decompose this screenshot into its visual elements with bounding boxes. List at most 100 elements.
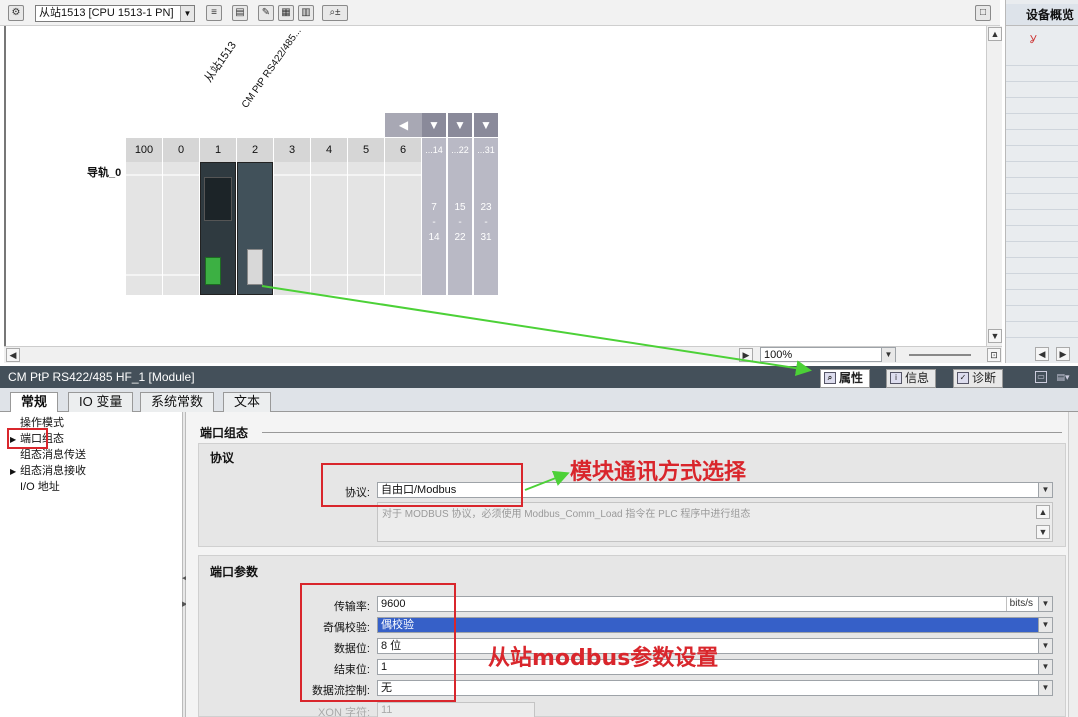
tab-info[interactable]: i 信息	[886, 369, 937, 388]
device-list-icon[interactable]: ≡	[206, 5, 222, 21]
diagnostics-icon: ✓	[957, 372, 969, 384]
panel-layout-icon[interactable]: ▭	[1035, 371, 1047, 383]
slot-range-start: 23	[480, 202, 492, 213]
subtab-io-tags[interactable]: IO 变量	[68, 392, 134, 412]
chevron-down-icon[interactable]: ▼	[180, 6, 194, 21]
group-title-protocol: 协议	[210, 451, 235, 465]
zoom-icon[interactable]: ⌕±	[322, 5, 348, 21]
overview-row	[1006, 66, 1078, 82]
slot-header: 1	[200, 138, 237, 162]
cm-ptp-module[interactable]	[237, 162, 273, 295]
overview-row	[1006, 306, 1078, 322]
overview-row	[1006, 130, 1078, 146]
section-title-port-config: 端口组态	[200, 426, 249, 440]
overview-row	[1006, 210, 1078, 226]
collapse-left-icon[interactable]: ◀	[385, 113, 422, 137]
chevron-down-icon[interactable]: ▼	[881, 348, 895, 362]
rack-slot[interactable]	[126, 162, 163, 295]
xon-value: 11	[381, 704, 393, 716]
xon-label: XON 字符:	[318, 707, 370, 717]
grid-icon[interactable]: ▦	[278, 5, 294, 21]
filter-icon[interactable]: Ỿ	[1030, 32, 1037, 47]
zoom-select[interactable]: 100% ▼	[760, 347, 896, 362]
rail-label: 导轨_0	[87, 167, 122, 179]
content-scrollbar[interactable]	[1068, 412, 1078, 717]
group-title-port-params: 端口参数	[210, 565, 259, 579]
ethernet-port-icon	[205, 257, 221, 285]
horizontal-scrollbar[interactable]: ◀ ▶ 100% ▼ ⊡	[4, 346, 1002, 363]
subtab-system-constants[interactable]: 系统常数	[140, 392, 215, 412]
expand-icon[interactable]: ▼	[474, 113, 498, 137]
overview-row	[1006, 98, 1078, 114]
scroll-right-icon[interactable]: ▶	[1056, 347, 1070, 361]
device-selector-value: 从站1513 [CPU 1513-1 PN]	[39, 7, 174, 19]
slot-range-end: 22	[454, 232, 466, 243]
page-icon[interactable]: ▥	[298, 5, 314, 21]
expansion-slot-group[interactable]: 23 - 31	[474, 162, 498, 295]
vertical-scrollbar[interactable]: ▲ ▼	[986, 26, 1002, 346]
chevron-down-icon[interactable]: ▼	[1038, 618, 1052, 632]
flow-control-select[interactable]: 无 ▼	[377, 680, 1053, 696]
rack-slot[interactable]	[311, 162, 348, 295]
params-highlight-box	[300, 583, 456, 702]
nav-transmit-config[interactable]: 组态消息传送	[10, 447, 86, 463]
rack-slot[interactable]	[348, 162, 385, 295]
chevron-down-icon[interactable]: ▼	[1038, 681, 1052, 695]
restore-icon[interactable]: □	[975, 5, 991, 21]
scroll-down-icon[interactable]: ▼	[1036, 525, 1050, 539]
expand-icon[interactable]: ▼	[422, 113, 446, 137]
chevron-down-icon[interactable]: ▼	[1038, 660, 1052, 674]
cpu-module[interactable]	[200, 162, 236, 295]
overview-row	[1006, 146, 1078, 162]
scroll-left-icon[interactable]: ◀	[6, 348, 20, 362]
scroll-up-icon[interactable]: ▲	[1036, 505, 1050, 519]
rack-slot[interactable]	[274, 162, 311, 295]
expansion-header: ...14	[422, 138, 446, 162]
baud-rate-unit: bits/s	[1005, 597, 1036, 611]
overview-row	[1006, 322, 1078, 338]
slot-header: 0	[163, 138, 200, 162]
overview-nav-icon[interactable]: ⊡	[987, 348, 1001, 362]
expand-icon[interactable]: ▼	[448, 113, 472, 137]
tab-properties[interactable]: ⌕ 属性	[820, 369, 871, 388]
tab-info-label: 信息	[905, 371, 930, 385]
device-selector[interactable]: 从站1513 [CPU 1513-1 PN] ▼	[35, 5, 195, 22]
expansion-slot-group[interactable]: 7 - 14	[422, 162, 446, 295]
edit-icon[interactable]: ✎	[258, 5, 274, 21]
overview-row	[1006, 290, 1078, 306]
chevron-down-icon[interactable]: ▼	[1038, 483, 1052, 497]
subtab-general[interactable]: 常规	[10, 392, 59, 413]
slot-range-dash: -	[432, 217, 436, 228]
slot-range-dash: -	[458, 217, 462, 228]
overview-row	[1006, 178, 1078, 194]
rack-slot[interactable]	[163, 162, 200, 295]
scroll-down-icon[interactable]: ▼	[988, 329, 1002, 343]
baud-rate-select[interactable]: 9600 bits/s ▼	[377, 596, 1053, 612]
rack-slot[interactable]	[385, 162, 422, 295]
nav-receive-config[interactable]: ▶ 组态消息接收	[10, 463, 86, 480]
network-icon[interactable]: ⚙	[8, 5, 24, 21]
device-overview-panel: 设备概览 Ỿ ◀ ▶	[1005, 0, 1078, 363]
panel-menu-icon[interactable]: ▤▾	[1053, 371, 1073, 383]
expand-arrow-icon[interactable]: ▶	[10, 464, 20, 480]
protocol-hint: 对于 MODBUS 协议，必须使用 Modbus_Comm_Load 指令在 P…	[377, 502, 1053, 542]
expansion-slot-group[interactable]: 15 - 22	[448, 162, 472, 295]
chevron-down-icon[interactable]: ▼	[1038, 639, 1052, 653]
scroll-right-icon[interactable]: ▶	[739, 348, 753, 362]
tab-diagnostics[interactable]: ✓ 诊断	[953, 369, 1004, 388]
nav-label: I/O 地址	[20, 481, 60, 493]
expansion-header: ...31	[474, 138, 498, 162]
slot-header: 5	[348, 138, 385, 162]
params-annotation: 从站modbus参数设置	[488, 646, 719, 671]
subtab-texts[interactable]: 文本	[223, 392, 272, 412]
overview-row	[1006, 242, 1078, 258]
parity-select[interactable]: 偶校验 ▼	[377, 617, 1053, 633]
scroll-left-icon[interactable]: ◀	[1035, 347, 1049, 361]
zoom-slider[interactable]	[909, 354, 971, 356]
chevron-down-icon[interactable]: ▼	[1038, 597, 1052, 611]
nav-io-addresses[interactable]: I/O 地址	[10, 479, 60, 495]
overview-row	[1006, 50, 1078, 66]
show-addresses-icon[interactable]: ▤	[232, 5, 248, 21]
section-rule	[262, 432, 1062, 433]
scroll-up-icon[interactable]: ▲	[988, 27, 1002, 41]
